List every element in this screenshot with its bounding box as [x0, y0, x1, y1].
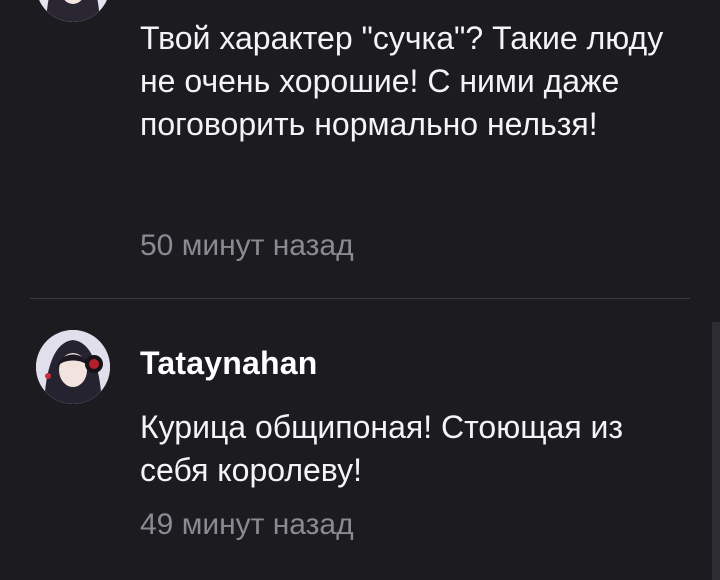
comment-text: Курица общипоная! Стоющая из себя короле…	[140, 409, 624, 488]
comment-item: Tataynahan Курица общипоная! Стоющая из …	[0, 299, 720, 580]
comment-timestamp: 49 минут назад	[140, 508, 354, 541]
comment-author[interactable]: Tataynahan	[140, 345, 317, 382]
user-avatar-icon[interactable]	[36, 0, 110, 22]
scrollbar[interactable]	[712, 322, 720, 580]
user-avatar-icon[interactable]	[36, 330, 110, 404]
comment-item: Твой характер "сучка"? Такие люду не оче…	[0, 0, 720, 298]
comment-timestamp: 50 минут назад	[140, 229, 354, 262]
comment-text: Твой характер "сучка"? Такие люду не оче…	[140, 20, 664, 142]
